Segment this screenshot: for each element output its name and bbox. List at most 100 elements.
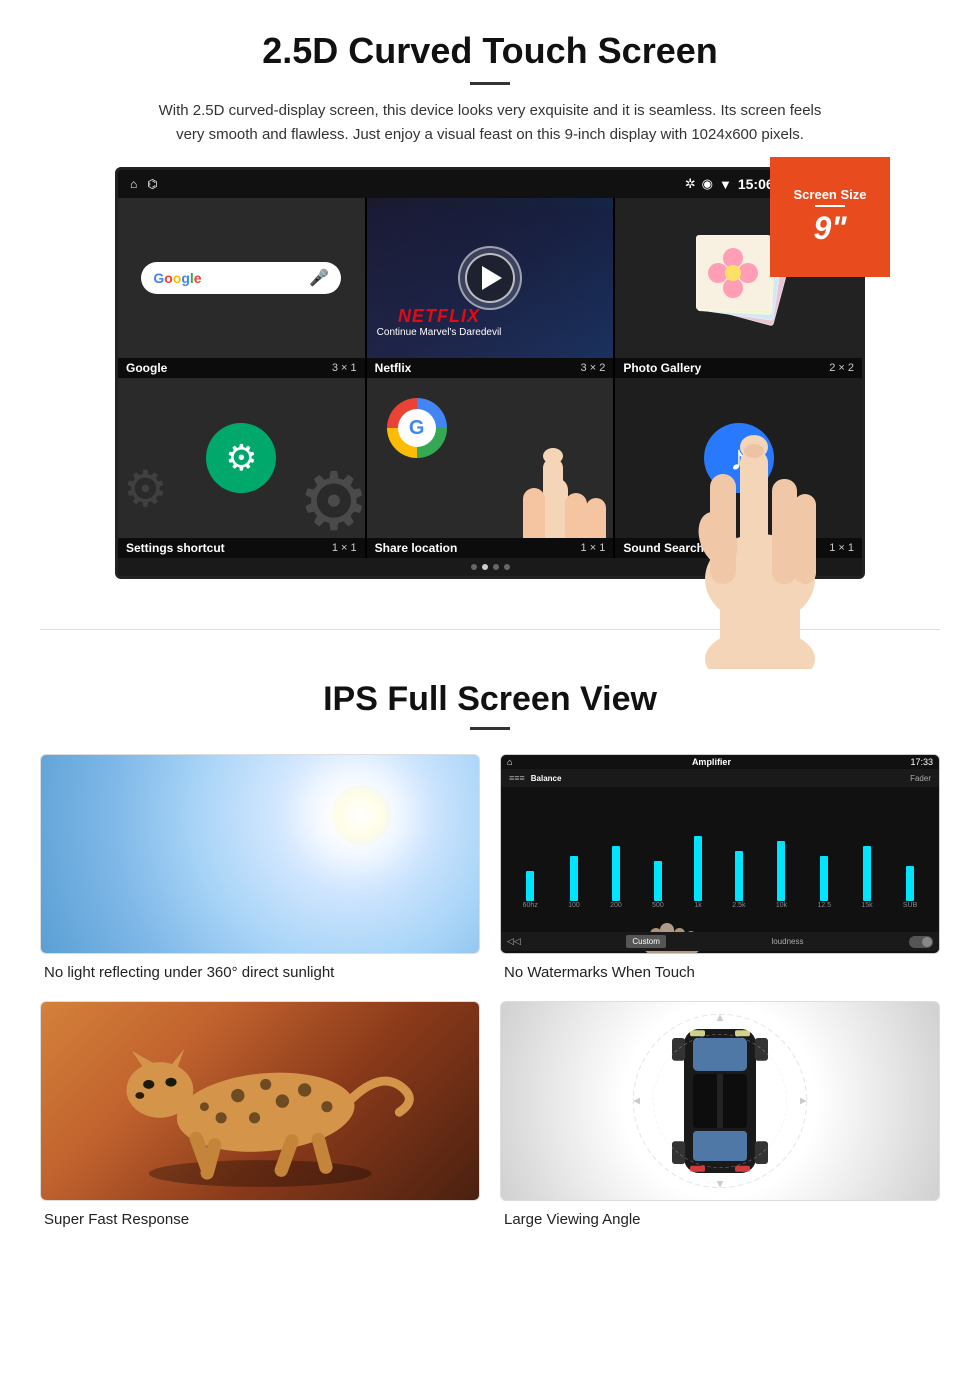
scroll-dot-3 <box>493 564 499 570</box>
app-tile-google[interactable]: Google 🎤 Google 3 × 1 <box>118 198 365 378</box>
google-app-size: 3 × 1 <box>332 362 357 374</box>
amp-bar-5: 1k <box>694 836 702 909</box>
feature-cheetah: Super Fast Response <box>40 1001 480 1228</box>
amp-fader-label: Fader <box>910 774 931 783</box>
netflix-app-size: 3 × 2 <box>581 362 606 374</box>
sound-app-name: Sound Search <box>623 541 704 555</box>
amp-bar-1: 60hz <box>523 871 538 909</box>
scroll-dot-2-active <box>482 564 488 570</box>
bluetooth-icon: ✲ <box>685 176 696 192</box>
app-tile-share[interactable]: G <box>367 378 614 558</box>
share-app-name: Share location <box>375 541 458 555</box>
amp-title-text: Amplifier <box>692 757 731 767</box>
settings-bg-gear2: ⚙ <box>123 460 168 518</box>
feature-grid: No light reflecting under 360° direct su… <box>40 754 940 1228</box>
location-icon: ◉ <box>702 176 713 192</box>
scroll-dots <box>118 558 862 576</box>
amplifier-image: ⌂ Amplifier 17:33 ≡≡≡ Balance Fader 60hz… <box>500 754 940 954</box>
section-divider <box>40 629 940 630</box>
car-caption: Large Viewing Angle <box>500 1211 940 1228</box>
device-container: Screen Size 9" ⌂ ⌬ ✲ ◉ ▼ 15:06 ⊡ ◁) ⊠ <box>100 167 880 579</box>
scroll-dot-4 <box>504 564 510 570</box>
scroll-dot-1 <box>471 564 477 570</box>
gallery-label: Photo Gallery 2 × 2 <box>615 358 862 378</box>
gallery-app-size: 2 × 2 <box>829 362 854 374</box>
netflix-tile-inner: NETFLIX Continue Marvel's Daredevil <box>367 198 614 358</box>
amp-bar-10: SUB <box>903 866 917 909</box>
section2-title: IPS Full Screen View <box>40 680 940 719</box>
google-mic-icon[interactable]: 🎤 <box>309 268 329 288</box>
amp-eq-label: ≡≡≡ <box>509 773 525 783</box>
share-app-size: 1 × 1 <box>581 542 606 554</box>
amp-bottom-bar: ◁◁ Custom loudness <box>501 932 939 951</box>
amp-bar-7: 10k <box>776 841 787 909</box>
badge-label: Screen Size <box>794 187 867 202</box>
amp-home-icon: ⌂ <box>507 757 512 767</box>
amp-hand-area: ◁◁ Custom loudness <box>501 913 939 953</box>
amp-equalizer: 60hz 100 200 500 1k 2.5k 10k 12.5 15k SU… <box>501 787 939 913</box>
share-label: Share location 1 × 1 <box>367 538 614 558</box>
section2-divider <box>470 727 510 730</box>
hand-pointing-icon <box>493 398 613 538</box>
app-tile-netflix[interactable]: NETFLIX Continue Marvel's Daredevil Netf… <box>367 198 614 378</box>
settings-bg-gear: ⚙ <box>298 455 365 548</box>
cheetah-image <box>40 1001 480 1201</box>
g-logo-icon: G <box>387 398 447 458</box>
google-search-bar[interactable]: Google 🎤 <box>141 262 341 294</box>
app-grid-row2: ⚙ ⚙ ⚙ Settings shortcut 1 × 1 <box>118 378 862 558</box>
netflix-label: Netflix 3 × 2 <box>367 358 614 378</box>
app-grid-row1: Google 🎤 Google 3 × 1 <box>118 198 862 378</box>
status-bar-left: ⌂ ⌬ <box>130 177 158 191</box>
amp-controls: ≡≡≡ Balance Fader <box>501 769 939 787</box>
amp-bar-9: 15k <box>861 846 872 909</box>
amp-bar-4: 500 <box>652 861 664 909</box>
gallery-app-name: Photo Gallery <box>623 361 701 375</box>
sound-tile-inner: ♪ <box>615 378 862 538</box>
share-tile-inner: G <box>367 378 614 538</box>
badge-size: 9" <box>814 210 847 247</box>
app-tile-sound[interactable]: ♪ Sound Search 1 × 1 <box>615 378 862 558</box>
settings-icon-wrap: ⚙ <box>206 423 276 493</box>
music-note-icon: ♪ <box>730 437 748 479</box>
amp-custom-button[interactable]: Custom <box>626 935 666 948</box>
amp-status-bar: ⌂ Amplifier 17:33 <box>501 755 939 769</box>
section-curved-screen: 2.5D Curved Touch Screen With 2.5D curve… <box>0 0 980 599</box>
amp-time: 17:33 <box>910 757 933 767</box>
amplifier-caption: No Watermarks When Touch <box>500 964 940 981</box>
status-time: 15:06 <box>738 176 774 192</box>
car-visual <box>501 1002 939 1200</box>
google-label: Google 3 × 1 <box>118 358 365 378</box>
sound-app-size: 1 × 1 <box>829 542 854 554</box>
google-app-name: Google <box>126 361 167 375</box>
badge-divider <box>815 205 845 207</box>
screen-size-badge: Screen Size 9" <box>770 157 890 277</box>
feature-sunlight: No light reflecting under 360° direct su… <box>40 754 480 981</box>
usb-icon: ⌬ <box>147 177 157 191</box>
sound-label: Sound Search 1 × 1 <box>615 538 862 558</box>
android-screen: ⌂ ⌬ ✲ ◉ ▼ 15:06 ⊡ ◁) ⊠ ⬜ <box>115 167 865 579</box>
amp-toggle[interactable] <box>909 936 933 948</box>
google-tile-inner: Google 🎤 <box>118 198 365 358</box>
home-icon[interactable]: ⌂ <box>130 177 137 191</box>
status-bar: ⌂ ⌬ ✲ ◉ ▼ 15:06 ⊡ ◁) ⊠ ⬜ <box>118 170 862 198</box>
google-logo: Google <box>153 270 201 286</box>
amp-bar-3: 200 <box>610 846 622 909</box>
settings-app-name: Settings shortcut <box>126 541 225 555</box>
amp-bar-8: 12.5 <box>817 856 831 909</box>
netflix-brand: NETFLIX <box>377 306 502 327</box>
sunlight-image <box>40 754 480 954</box>
wifi-icon: ▼ <box>719 177 732 192</box>
amp-bar-6: 2.5k <box>732 851 745 909</box>
cheetah-visual <box>41 1002 479 1200</box>
feature-amplifier: ⌂ Amplifier 17:33 ≡≡≡ Balance Fader 60hz… <box>500 754 940 981</box>
amplifier-screen: ⌂ Amplifier 17:33 ≡≡≡ Balance Fader 60hz… <box>501 755 939 953</box>
cheetah-caption: Super Fast Response <box>40 1211 480 1228</box>
sunlight-visual <box>41 755 479 953</box>
app-tile-settings[interactable]: ⚙ ⚙ ⚙ Settings shortcut 1 × 1 <box>118 378 365 558</box>
feature-car: Large Viewing Angle <box>500 1001 940 1228</box>
section-ips-view: IPS Full Screen View No light reflecting… <box>0 660 980 1258</box>
netflix-text-overlay: NETFLIX Continue Marvel's Daredevil <box>377 306 502 338</box>
netflix-play-icon <box>482 266 502 290</box>
gear-settings-icon: ⚙ <box>225 437 257 479</box>
settings-tile-inner: ⚙ ⚙ ⚙ <box>118 378 365 538</box>
